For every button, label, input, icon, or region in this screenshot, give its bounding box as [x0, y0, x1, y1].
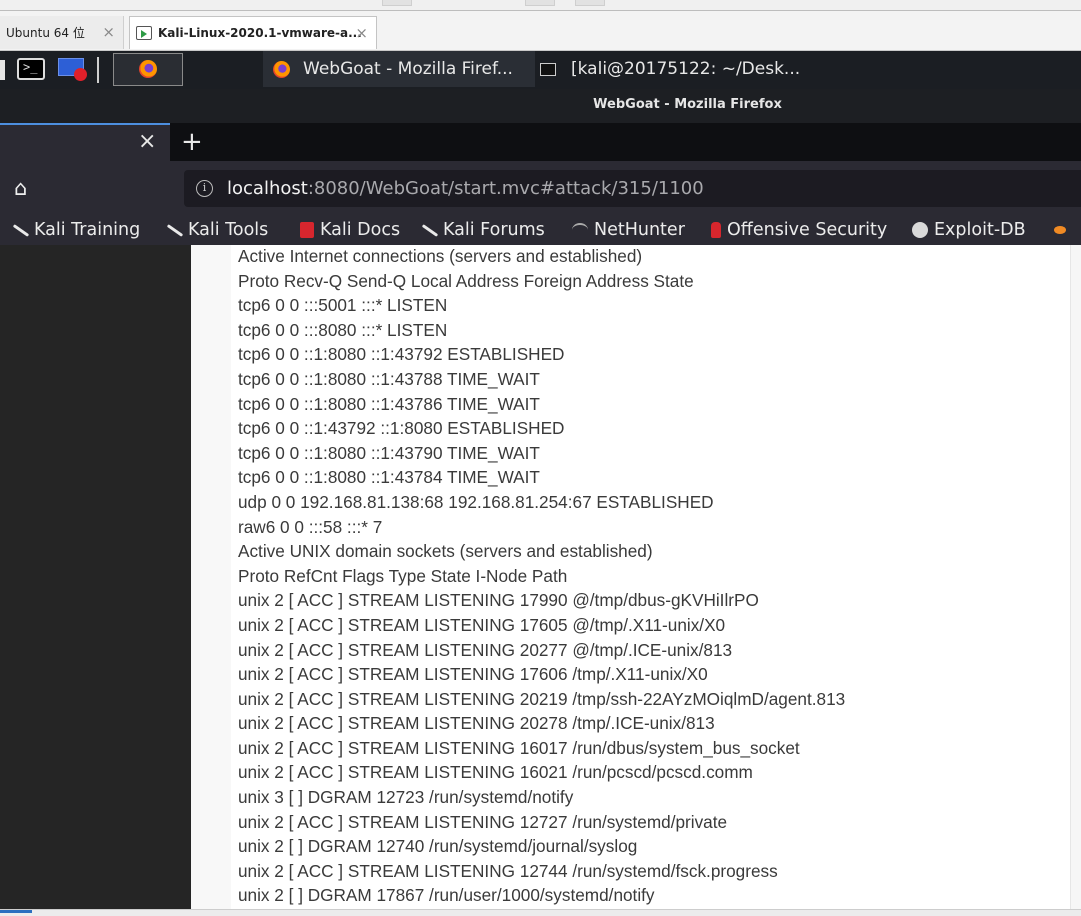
- bookmark-label: Exploit-DB: [934, 220, 1026, 240]
- kali-dragon-icon: [12, 222, 28, 238]
- output-line: Proto RefCnt Flags Type State I-Node Pat…: [238, 565, 568, 586]
- window-titlebar[interactable]: WebGoat - Mozilla Firefox: [0, 89, 1081, 123]
- offsec-icon: [711, 222, 721, 238]
- kali-docs-icon: [300, 222, 314, 238]
- output-line: udp 0 0 192.168.81.138:68 192.168.81.254…: [238, 491, 714, 512]
- terminal-launcher-icon[interactable]: >_: [17, 58, 45, 80]
- output-line: tcp6 0 0 ::1:8080 ::1:43784 TIME_WAIT: [238, 467, 540, 488]
- url-bar[interactable]: i localhost:8080/WebGoat/start.mvc#attac…: [184, 170, 1081, 207]
- output-line: unix 2 [ ACC ] STREAM LISTENING 20219 /t…: [238, 688, 846, 709]
- close-icon[interactable]: ×: [102, 23, 115, 41]
- output-line: unix 2 [ ACC ] STREAM LISTENING 17606 /t…: [238, 664, 708, 685]
- bookmark-nethunter[interactable]: NetHunter: [572, 215, 685, 245]
- output-line: unix 2 [ ACC ] STREAM LISTENING 17605 @/…: [238, 614, 726, 635]
- bookmark-label: Kali Tools: [188, 220, 269, 240]
- host-toolbar-button[interactable]: [382, 0, 412, 6]
- vm-tab-label: Ubuntu 64 位: [6, 26, 85, 40]
- output-line: unix 2 [ ACC ] STREAM LISTENING 12744 /r…: [238, 860, 778, 881]
- url-host: localhost: [227, 178, 308, 199]
- taskbar-item-terminal[interactable]: [kali@20175122: ~/Desk...: [540, 51, 840, 87]
- output-line: unix 2 [ ] DGRAM 12740 /run/systemd/jour…: [238, 836, 638, 857]
- bookmark-label: NetHunter: [594, 220, 685, 240]
- exploitdb-icon: [912, 222, 928, 238]
- bookmark-label: Kali Training: [34, 220, 141, 240]
- content-gutter: [191, 245, 231, 910]
- close-icon[interactable]: ×: [138, 130, 156, 154]
- vm-tab-label: Kali-Linux-2020.1-vmware-a...: [158, 26, 362, 40]
- nethunter-icon: [572, 223, 588, 237]
- bookmark-exploit-db[interactable]: Exploit-DB: [912, 215, 1026, 245]
- vm-tab-bar: Ubuntu 64 位 × Kali-Linux-2020.1-vmware-a…: [0, 11, 1081, 51]
- bookmark-label: Kali Docs: [320, 220, 401, 240]
- output-line: unix 2 [ ACC ] STREAM LISTENING 20277 @/…: [238, 639, 733, 660]
- firefox-launcher-button[interactable]: [113, 53, 183, 86]
- bookmark-kali-docs[interactable]: Kali Docs: [300, 215, 400, 245]
- output-line: unix 2 [ ACC ] STREAM LISTENING 17990 @/…: [238, 590, 759, 611]
- bookmarks-toolbar: Kali Training Kali Tools Kali Docs Kali …: [0, 215, 1081, 245]
- app-menu-icon[interactable]: [0, 60, 5, 80]
- output-line: unix 2 [ ] DGRAM 17867 /run/user/1000/sy…: [238, 885, 655, 906]
- bookmark-kali-tools[interactable]: Kali Tools: [166, 215, 268, 245]
- bookmark-overflow[interactable]: [1054, 215, 1072, 245]
- terminal-icon: [540, 62, 556, 76]
- info-icon[interactable]: i: [196, 180, 213, 197]
- kali-dragon-icon: [421, 222, 437, 238]
- output-line: tcp6 0 0 ::1:8080 ::1:43792 ESTABLISHED: [238, 344, 565, 365]
- output-line: tcp6 0 0 :::5001 :::* LISTEN: [238, 295, 448, 316]
- output-line: unix 2 [ ACC ] STREAM LISTENING 16021 /r…: [238, 762, 753, 783]
- output-line: unix 2 [ ACC ] STREAM LISTENING 20278 /t…: [238, 713, 715, 734]
- webgoat-sidebar: [0, 245, 191, 910]
- bookmark-label: Kali Forums: [443, 220, 545, 240]
- output-line: raw6 0 0 :::58 :::* 7: [238, 516, 383, 537]
- home-icon[interactable]: ⌂: [14, 176, 38, 200]
- vm-tab-kali[interactable]: Kali-Linux-2020.1-vmware-a... ×: [129, 16, 377, 49]
- bookmark-orange-icon: [1054, 226, 1066, 234]
- output-line: tcp6 0 0 ::1:8080 ::1:43788 TIME_WAIT: [238, 368, 540, 389]
- output-line: unix 3 [ ] DGRAM 12723 /run/systemd/noti…: [238, 787, 574, 808]
- screen-recorder-launcher-icon[interactable]: [58, 58, 88, 82]
- kali-dragon-icon: [166, 222, 182, 238]
- output-line: tcp6 0 0 ::1:43792 ::1:8080 ESTABLISHED: [238, 418, 565, 439]
- vm-tab-ubuntu[interactable]: Ubuntu 64 位 ×: [0, 16, 124, 49]
- window-title: WebGoat - Mozilla Firefox: [593, 97, 782, 112]
- status-indicator: [0, 910, 32, 913]
- host-toolbar-strip: [0, 0, 1081, 11]
- host-toolbar-button[interactable]: [525, 0, 555, 6]
- firefox-icon: [139, 60, 157, 78]
- panel-separator: [97, 57, 99, 83]
- bookmark-kali-forums[interactable]: Kali Forums: [421, 215, 545, 245]
- output-line: Active Internet connections (servers and…: [238, 246, 643, 266]
- output-line: tcp6 0 0 ::1:8080 ::1:43786 TIME_WAIT: [238, 393, 540, 414]
- output-line: unix 2 [ ACC ] STREAM LISTENING 16017 /r…: [238, 737, 800, 758]
- host-toolbar-button[interactable]: [575, 0, 605, 6]
- netstat-output: Active Internet connections (servers and…: [238, 244, 1068, 908]
- bookmark-offensive-security[interactable]: Offensive Security: [711, 215, 887, 245]
- bookmark-label: Offensive Security: [727, 220, 888, 240]
- firefox-icon: [273, 60, 290, 78]
- bookmark-kali-training[interactable]: Kali Training: [12, 215, 140, 245]
- output-line: tcp6 0 0 ::1:8080 ::1:43790 TIME_WAIT: [238, 442, 540, 463]
- output-line: unix 2 [ ACC ] STREAM LISTENING 12727 /r…: [238, 811, 728, 832]
- output-line: Active UNIX domain sockets (servers and …: [238, 541, 653, 562]
- output-line: tcp6 0 0 :::8080 :::* LISTEN: [238, 319, 448, 340]
- taskbar-item-label: WebGoat - Mozilla Firef...: [303, 59, 513, 79]
- new-tab-button[interactable]: +: [181, 127, 203, 157]
- page-scrollbar[interactable]: [1070, 245, 1081, 910]
- taskbar-item-label: [kali@20175122: ~/Desk...: [571, 59, 801, 79]
- taskbar-item-webgoat[interactable]: WebGoat - Mozilla Firef...: [263, 51, 535, 87]
- url-path: :8080/WebGoat/start.mvc#attack/315/1100: [307, 178, 704, 199]
- close-icon[interactable]: ×: [355, 24, 368, 42]
- vm-running-icon: [136, 26, 152, 40]
- output-line: Proto Recv-Q Send-Q Local Address Foreig…: [238, 270, 694, 291]
